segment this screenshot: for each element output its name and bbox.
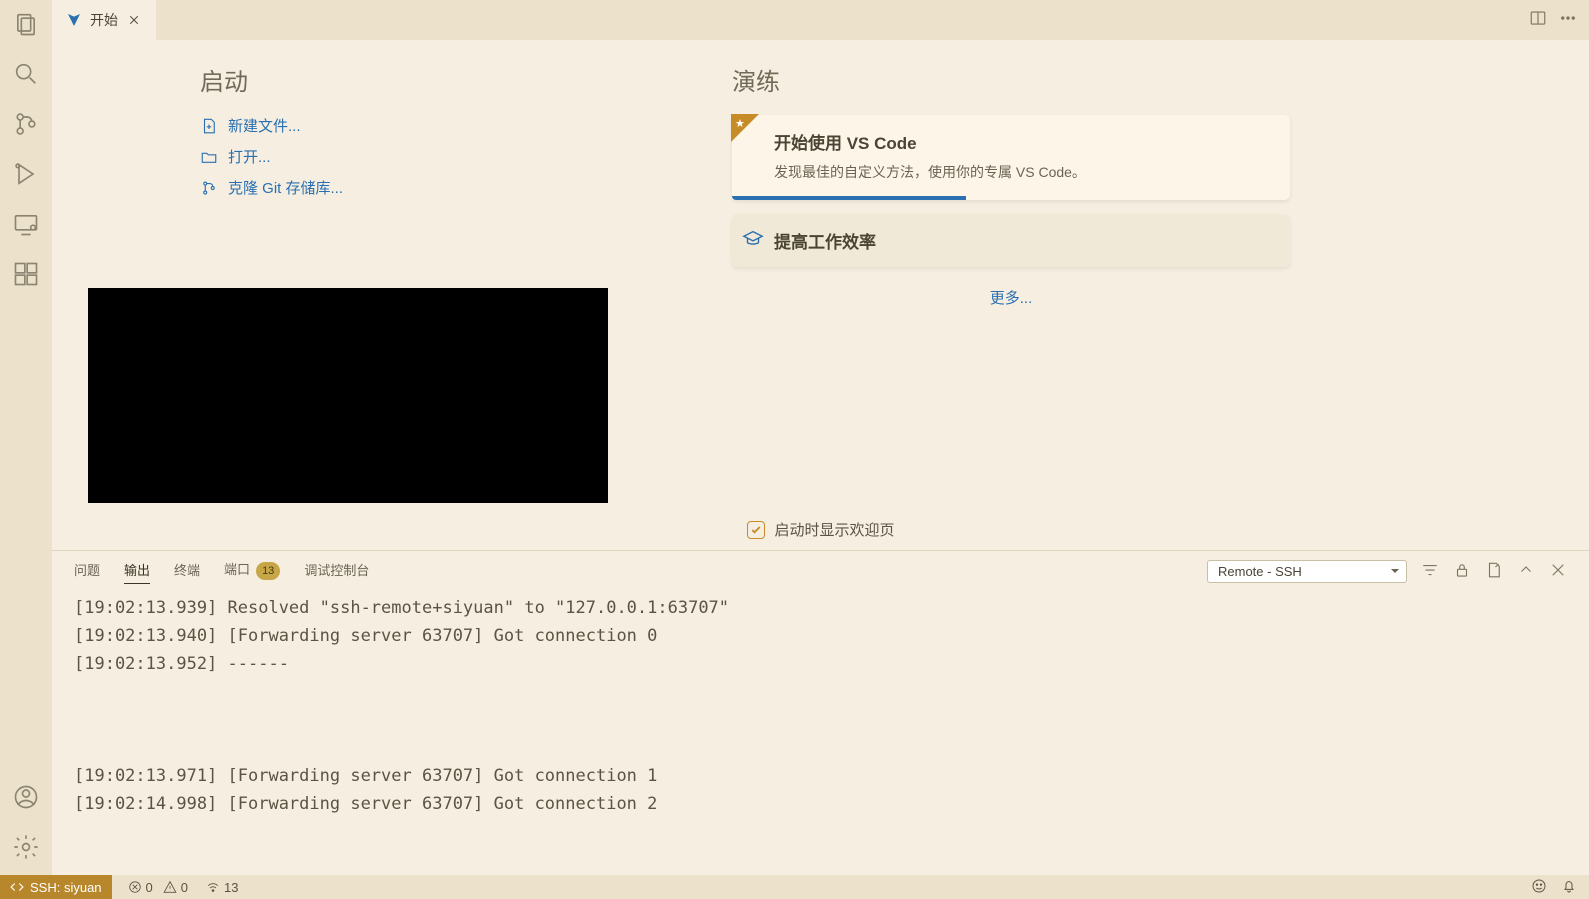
walkthrough-get-started[interactable]: ★ 开始使用 VS Code 发现最佳的自定义方法，使用你的专属 VS Code…: [732, 115, 1290, 200]
wt1-desc: 发现最佳的自定义方法，使用你的专属 VS Code。: [774, 162, 1274, 182]
start-heading: 启动: [200, 62, 732, 97]
filter-icon[interactable]: [1421, 561, 1439, 582]
remote-indicator[interactable]: SSH: siyuan: [0, 875, 112, 899]
lock-scroll-icon[interactable]: [1453, 561, 1471, 582]
bottom-panel: 问题 输出 终端 端口13 调试控制台 Remote - SSH [19:02:…: [52, 550, 1589, 875]
open-log-icon[interactable]: [1485, 561, 1503, 582]
split-editor-icon[interactable]: [1529, 9, 1547, 32]
tab-terminal[interactable]: 终端: [174, 560, 200, 583]
tab-output[interactable]: 输出: [124, 560, 150, 584]
wt1-progress: [732, 196, 966, 200]
source-control-icon[interactable]: [0, 110, 52, 138]
account-icon[interactable]: [0, 783, 52, 811]
activity-bar: [0, 0, 52, 875]
open-button[interactable]: 打开...: [200, 146, 732, 167]
output-body[interactable]: [19:02:13.939] Resolved "ssh-remote+siyu…: [52, 590, 1589, 875]
extensions-icon[interactable]: [0, 260, 52, 288]
clone-repo-button[interactable]: 克隆 Git 存储库...: [200, 177, 732, 198]
walkthrough-heading: 演练: [732, 62, 1589, 97]
tab-welcome-label: 开始: [90, 10, 118, 30]
welcome-page: 启动 新建文件... 打开... 克隆 Git 存储库... 演练: [52, 40, 1589, 550]
wt1-title: 开始使用 VS Code: [774, 129, 1274, 154]
tab-problems[interactable]: 问题: [74, 560, 100, 583]
star-icon: ★: [735, 117, 745, 130]
close-panel-icon[interactable]: [1549, 561, 1567, 582]
output-channel-select[interactable]: Remote - SSH: [1207, 560, 1407, 583]
new-file-label: 新建文件...: [228, 115, 301, 136]
preview-box: [88, 288, 608, 503]
close-icon[interactable]: [126, 12, 142, 28]
tab-ports[interactable]: 端口13: [224, 559, 280, 584]
walkthrough-productivity[interactable]: 提高工作效率: [732, 214, 1290, 267]
search-icon[interactable]: [0, 60, 52, 88]
clone-label: 克隆 Git 存储库...: [228, 177, 343, 198]
explorer-icon[interactable]: [0, 10, 52, 38]
more-icon[interactable]: [1559, 9, 1577, 32]
ports-count-badge: 13: [256, 562, 280, 580]
new-file-button[interactable]: 新建文件...: [200, 115, 732, 136]
bell-icon[interactable]: [1561, 878, 1577, 897]
open-label: 打开...: [228, 146, 271, 167]
run-debug-icon[interactable]: [0, 160, 52, 188]
status-bar: SSH: siyuan 0 0 13: [0, 875, 1589, 899]
tab-bar: 开始: [52, 0, 1589, 40]
maximize-panel-icon[interactable]: [1517, 561, 1535, 582]
feedback-icon[interactable]: [1531, 878, 1547, 897]
tab-welcome[interactable]: 开始: [52, 0, 157, 40]
settings-gear-icon[interactable]: [0, 833, 52, 861]
show-welcome-label: 启动时显示欢迎页: [774, 519, 894, 540]
wt2-title: 提高工作效率: [774, 228, 1274, 253]
remote-label: SSH: siyuan: [30, 880, 102, 895]
problems-status[interactable]: 0 0: [128, 880, 188, 895]
editor-area: 启动 新建文件... 打开... 克隆 Git 存储库... 演练: [52, 40, 1589, 875]
more-walkthroughs[interactable]: 更多...: [732, 287, 1290, 308]
show-welcome-checkbox[interactable]: 启动时显示欢迎页: [746, 519, 894, 540]
ports-status[interactable]: 13: [206, 880, 238, 895]
tab-debug-console[interactable]: 调试控制台: [304, 560, 369, 583]
remote-explorer-icon[interactable]: [0, 210, 52, 238]
mortarboard-icon: [742, 228, 764, 250]
